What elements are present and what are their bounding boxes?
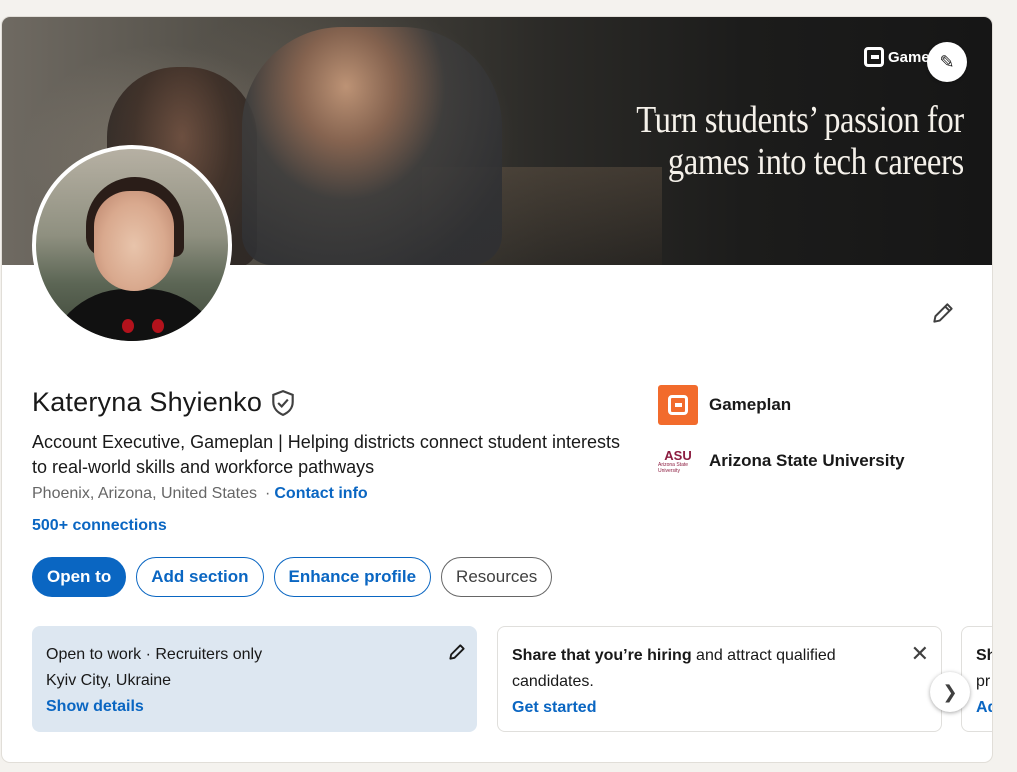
avatar-body xyxy=(46,289,226,341)
org-name: Gameplan xyxy=(709,395,792,414)
location-row: Phoenix, Arizona, United States · Contact … xyxy=(32,485,368,503)
hiring-text: Share that you’re hiring and attract qua… xyxy=(512,643,892,695)
avatar-detail xyxy=(122,319,134,333)
open-to-work-title: Open to work · Recruiters only xyxy=(46,646,263,663)
edit-open-to-work-button[interactable] xyxy=(447,642,467,670)
hiring-title-bold: Share that you’re hiring xyxy=(512,647,692,664)
org-item-asu[interactable]: ASU Arizona State University Arizona Sta… xyxy=(658,447,905,475)
org-name: Arizona State University xyxy=(709,451,905,470)
profile-card: Gameplan Turn students’ passion for game… xyxy=(2,17,992,762)
partial-card-line: Sh xyxy=(976,647,992,664)
name-row: Kateryna Shyienko xyxy=(32,387,296,418)
banner-headline-line: games into tech careers xyxy=(668,141,964,183)
asu-logo-text: ASU xyxy=(664,447,692,463)
separator: · xyxy=(265,485,271,502)
banner-headline: Turn students’ passion for games into te… xyxy=(636,99,965,183)
profile-actions: Open to Add section Enhance profile Reso… xyxy=(32,557,553,597)
contact-info-link[interactable]: Contact info xyxy=(274,485,367,502)
gameplan-logo-icon xyxy=(658,385,698,425)
avatar-face xyxy=(94,191,174,291)
profile-location: Phoenix, Arizona, United States xyxy=(32,485,258,502)
banner-headline-line: Turn students’ passion for xyxy=(636,99,965,141)
pencil-icon: ✎ xyxy=(939,51,955,72)
org-item-gameplan[interactable]: Gameplan xyxy=(658,385,791,425)
open-to-button[interactable]: Open to xyxy=(32,557,127,597)
edit-banner-button[interactable]: ✎ xyxy=(927,42,967,82)
partial-card-link[interactable]: Ad xyxy=(976,695,992,721)
profile-avatar[interactable] xyxy=(32,145,232,345)
enhance-profile-button[interactable]: Enhance profile xyxy=(273,557,432,597)
shield-check-icon[interactable] xyxy=(270,389,296,417)
show-details-link[interactable]: Show details xyxy=(46,694,463,720)
asu-logo-subtext: Arizona State University xyxy=(658,461,689,474)
open-to-work-location: Kyiv City, Ukraine xyxy=(46,672,172,689)
connections-link[interactable]: 500+ connections xyxy=(32,517,167,535)
resources-button[interactable]: Resources xyxy=(441,557,553,597)
chevron-right-icon: ❯ xyxy=(942,681,958,702)
carousel-next-button[interactable]: ❯ xyxy=(930,672,970,712)
pencil-icon xyxy=(449,644,465,660)
close-icon[interactable]: ✕ xyxy=(911,641,929,667)
pencil-icon xyxy=(933,303,953,323)
asu-logo-icon: ASU Arizona State University xyxy=(658,447,698,475)
partial-card-line: pr xyxy=(976,673,991,690)
hiring-card[interactable]: Share that you’re hiring and attract qua… xyxy=(497,626,942,732)
get-started-link[interactable]: Get started xyxy=(512,695,927,721)
edit-intro-button[interactable] xyxy=(930,300,956,332)
banner-photo-person xyxy=(242,27,502,265)
avatar-detail xyxy=(152,319,164,333)
add-section-button[interactable]: Add section xyxy=(136,557,264,597)
profile-headline: Account Executive, Gameplan | Helping di… xyxy=(32,432,620,477)
open-to-work-card[interactable]: Open to work · Recruiters only Kyiv City… xyxy=(32,626,477,732)
gameplan-logo-icon xyxy=(864,47,884,67)
profile-name: Kateryna Shyienko xyxy=(32,387,263,417)
